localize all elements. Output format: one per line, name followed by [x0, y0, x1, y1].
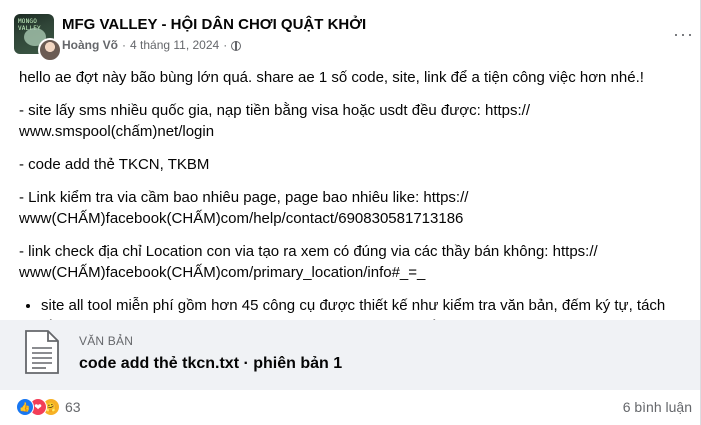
post-paragraph: - Link kiểm tra via cầm bao nhiêu page, …: [19, 189, 469, 227]
author-name-link[interactable]: Hoàng Võ: [62, 38, 118, 52]
post-paragraph: hello ae đợt này bão bùng lớn quá. share…: [19, 69, 644, 86]
post-card: MONGO VALLEY MFG VALLEY - HỘI DÂN CHƠI Q…: [0, 0, 701, 425]
post-paragraph: - site lấy sms nhiều quốc gia, nạp tiền …: [19, 102, 531, 140]
file-attachment[interactable]: Văn bản code add thẻ tkcn.txt · phiên bả…: [0, 320, 700, 390]
post-date-link[interactable]: 4 tháng 11, 2024: [130, 38, 219, 52]
post-paragraph: - link check địa chỉ Location con via tạ…: [19, 243, 598, 281]
comments-count-link[interactable]: 6 bình luận: [623, 399, 692, 415]
meta-separator: ·: [122, 38, 126, 52]
meta-separator: ·: [223, 38, 228, 52]
post-body: hello ae đợt này bão bùng lớn quá. share…: [19, 67, 679, 337]
more-options-button[interactable]: ···: [673, 24, 694, 45]
attachment-title[interactable]: code add thẻ tkcn.txt · phiên bản 1: [79, 355, 342, 373]
post-paragraph: - code add thẻ TKCN, TKBM: [19, 156, 210, 173]
reactions-summary[interactable]: 👍 ❤ 🤗 63: [16, 398, 81, 416]
attachment-kind-label: Văn bản: [79, 334, 134, 348]
like-reaction-icon: 👍: [16, 398, 34, 416]
reaction-count: 63: [65, 399, 81, 415]
author-avatar[interactable]: [38, 38, 62, 62]
globe-icon: [231, 41, 242, 51]
group-name-link[interactable]: MFG VALLEY - HỘI DÂN CHƠI QUẬT KHỞI: [62, 16, 366, 33]
post-footer: 👍 ❤ 🤗 63 6 bình luận: [16, 398, 692, 418]
post-header: MONGO VALLEY MFG VALLEY - HỘI DÂN CHƠI Q…: [14, 14, 694, 62]
document-icon: [25, 330, 59, 374]
post-meta: Hoàng Võ · 4 tháng 11, 2024 ·: [62, 38, 242, 52]
